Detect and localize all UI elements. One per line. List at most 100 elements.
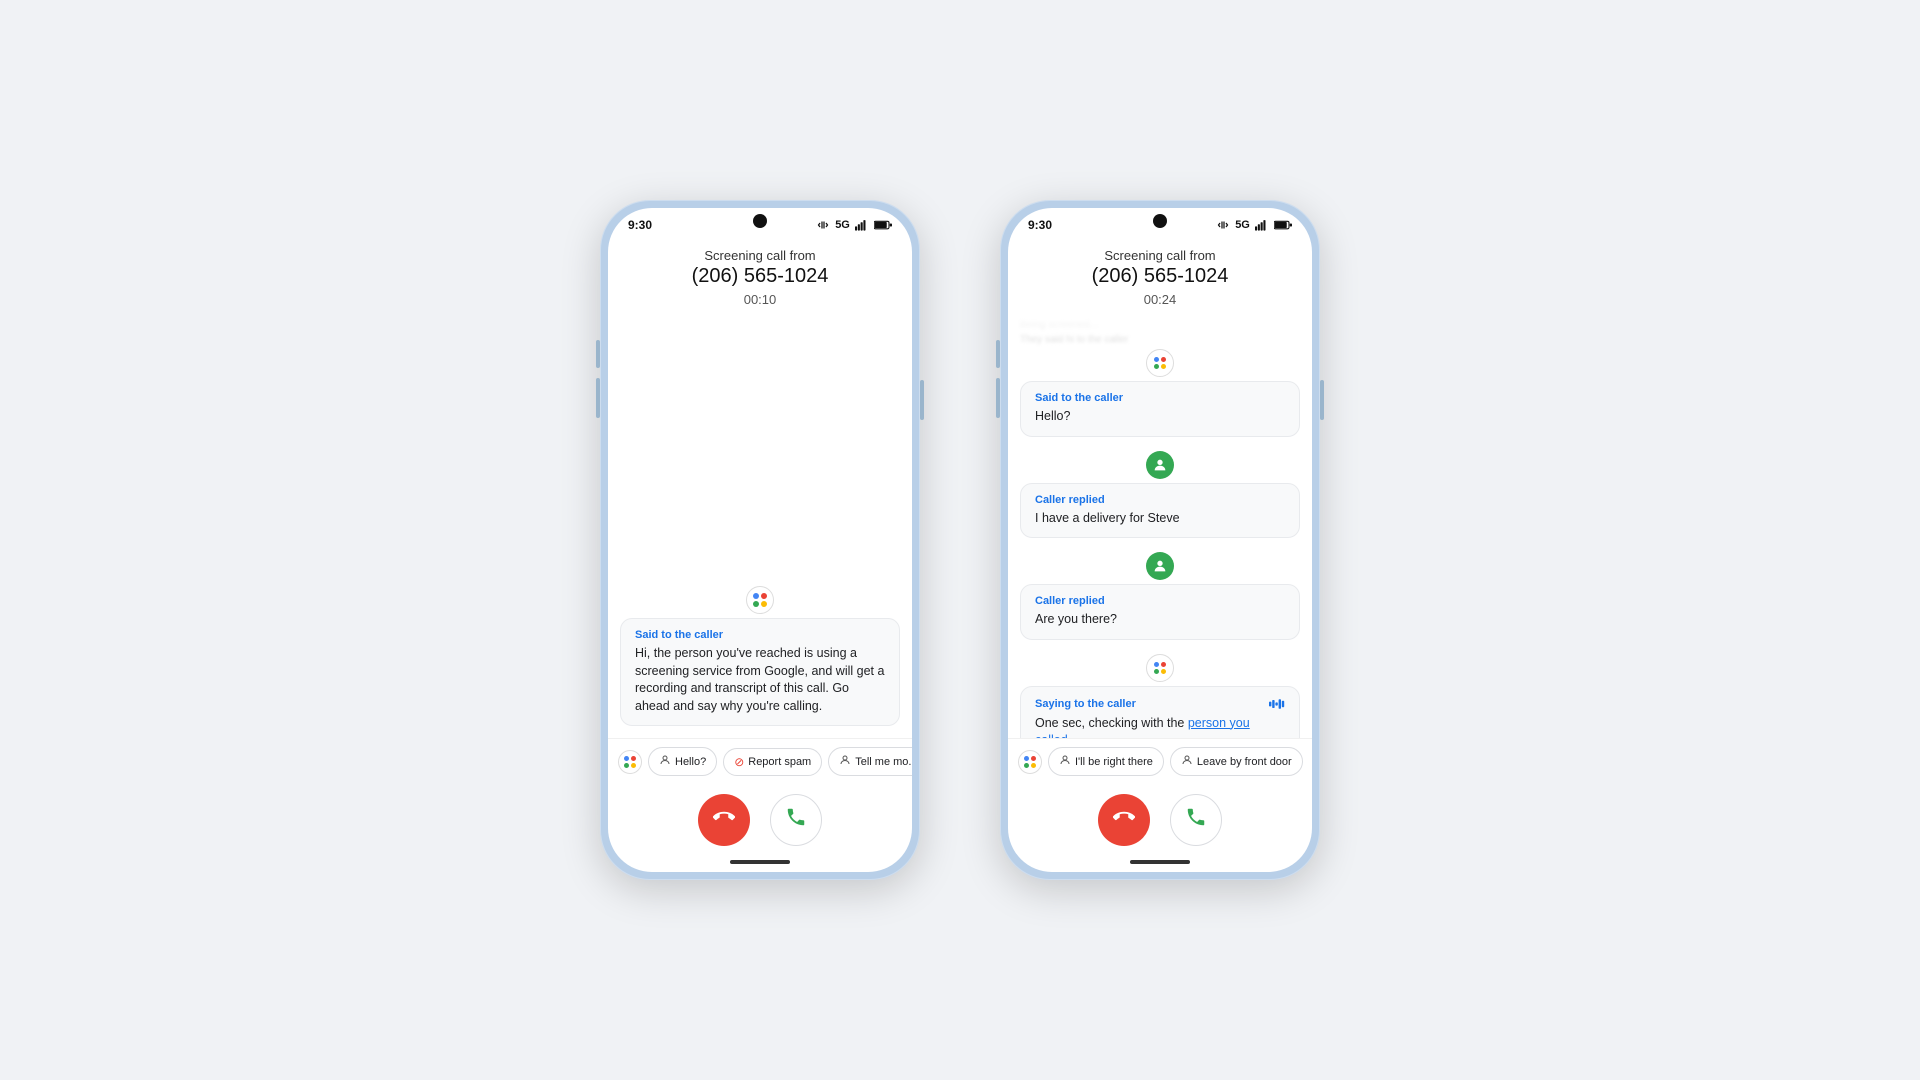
volume-buttons-left [596, 340, 600, 418]
logo2-dot-yellow [1031, 763, 1036, 768]
logo-dot-blue [624, 756, 629, 761]
person-icon-4 [1181, 754, 1193, 769]
bubble-2-2: Caller replied I have a delivery for Ste… [1020, 483, 1300, 539]
message-group-2-3: Caller replied Are you there? [1008, 552, 1312, 640]
person-icon-3 [1059, 754, 1071, 769]
call-timer-1: 00:10 [628, 292, 892, 307]
answer-button-1[interactable] [770, 794, 822, 846]
bubble-label-2-1: Said to the caller [1035, 392, 1285, 404]
answer-button-2[interactable] [1170, 794, 1222, 846]
dot-b2 [1154, 662, 1159, 667]
logo2-dot-red [1031, 756, 1036, 761]
audio-wave-icon [1269, 697, 1285, 715]
message-group-1: Said to the caller Hi, the person you've… [608, 586, 912, 726]
logo2-dot-green [1024, 763, 1029, 768]
dot-y2 [1161, 669, 1166, 674]
logo-dot-yellow [631, 763, 636, 768]
home-indicator-2 [1130, 860, 1190, 864]
bubble-label-2-2: Caller replied [1035, 494, 1285, 506]
phone-screen-1: 9:30 5G [608, 208, 912, 872]
dot-g2 [1154, 669, 1159, 674]
response-rightthere-btn[interactable]: I'll be right there [1048, 747, 1164, 776]
caller-avatar-2-2 [1146, 552, 1174, 580]
person-icon-2 [839, 754, 851, 769]
screening-label-1: Screening call from [628, 248, 892, 263]
caller-avatar-2-1 [1146, 451, 1174, 479]
status-time-2: 9:30 [1028, 218, 1052, 232]
dot-y1 [1161, 364, 1166, 369]
answer-icon-2 [1185, 806, 1207, 834]
decline-icon-2 [1113, 806, 1135, 834]
volume-up-button[interactable] [596, 340, 600, 368]
bubble-text-1: Hi, the person you've reached is using a… [635, 645, 885, 715]
spam-btn-label: Report spam [748, 756, 811, 768]
warning-icon-1: ⊘ [734, 755, 744, 769]
bubble-2-3: Caller replied Are you there? [1020, 584, 1300, 640]
frontdoor-btn-label: Leave by front door [1197, 756, 1292, 768]
power-button-2[interactable] [1320, 380, 1324, 420]
phone-screen-2: 9:30 5G Screen [1008, 208, 1312, 872]
bubble-label-2-4: Saying to the caller [1035, 698, 1136, 710]
quick-responses-1: Hello? ⊘ Report spam Tell me mo... [608, 738, 912, 784]
dot-b1 [1154, 357, 1159, 362]
bubble-2-4: Saying to the caller One sec, checking [1020, 686, 1300, 739]
caller-person-icon-2 [1152, 558, 1168, 574]
dot-yellow [761, 601, 767, 607]
phone-number-1: (206) 565-1024 [628, 265, 892, 288]
google-logo-2 [1018, 750, 1042, 774]
highlight-text: person you called. [1035, 716, 1250, 739]
message-group-2-4: Saying to the caller One sec, checking [1008, 654, 1312, 739]
call-header-1: Screening call from (206) 565-1024 00:10 [608, 236, 912, 317]
volume-up-button-2[interactable] [996, 340, 1000, 368]
volume-down-button[interactable] [596, 378, 600, 418]
status-icons-1: 5G [817, 219, 892, 231]
rightthere-btn-label: I'll be right there [1075, 756, 1153, 768]
google-logo-1 [618, 750, 642, 774]
answer-icon-1 [785, 806, 807, 834]
bubble-label-1: Said to the caller [635, 629, 885, 641]
dot-r1 [1161, 357, 1166, 362]
quick-responses-2: I'll be right there Leave by front door [1008, 738, 1312, 784]
dot-r2 [1161, 662, 1166, 667]
logo-dot-red [631, 756, 636, 761]
dot-blue [753, 593, 759, 599]
volume-down-button-2[interactable] [996, 378, 1000, 418]
message-group-2-2: Caller replied I have a delivery for Ste… [1008, 451, 1312, 539]
home-indicator-1 [730, 860, 790, 864]
response-spam-btn[interactable]: ⊘ Report spam [723, 748, 822, 776]
hello-btn-label: Hello? [675, 756, 706, 768]
camera-notch [753, 214, 767, 228]
bubble-text-2-3: Are you there? [1035, 611, 1285, 629]
status-icons-2: 5G [1217, 219, 1292, 231]
power-button[interactable] [920, 380, 924, 420]
tellme-btn-label: Tell me mo... [855, 756, 912, 768]
call-header-2: Screening call from (206) 565-1024 00:24 [1008, 236, 1312, 317]
decline-button-1[interactable] [698, 794, 750, 846]
call-actions-1 [608, 784, 912, 860]
screening-label-2: Screening call from [1028, 248, 1292, 263]
status-5g-1: 5G [835, 219, 850, 231]
blurred-messages: Being screened... They said hi to the ca… [1008, 317, 1312, 347]
bubble-label-2-3: Caller replied [1035, 595, 1285, 607]
response-hello-btn[interactable]: Hello? [648, 747, 717, 776]
bubble-text-2-1: Hello? [1035, 408, 1285, 426]
bubble-2-1: Said to the caller Hello? [1020, 381, 1300, 437]
camera-notch-2 [1153, 214, 1167, 228]
phone-1: 9:30 5G [600, 200, 920, 880]
decline-button-2[interactable] [1098, 794, 1150, 846]
bubble-text-2-4: One sec, checking with the person you ca… [1035, 715, 1285, 739]
response-tellme-btn[interactable]: Tell me mo... [828, 747, 912, 776]
call-actions-2 [1008, 784, 1312, 860]
logo2-dot-blue [1024, 756, 1029, 761]
message-group-2-1: Said to the caller Hello? [1008, 349, 1312, 437]
google-avatar-2-2 [1146, 654, 1174, 682]
logo-dot-green [624, 763, 629, 768]
chat-area-2: Said to the caller Hello? Caller replied… [1008, 347, 1312, 738]
caller-person-icon-1 [1152, 457, 1168, 473]
dot-green [753, 601, 759, 607]
phone-2: 9:30 5G Screen [1000, 200, 1320, 880]
dot-red [761, 593, 767, 599]
response-frontdoor-btn[interactable]: Leave by front door [1170, 747, 1303, 776]
saying-label-row: Saying to the caller [1035, 697, 1285, 715]
bubble-text-2-2: I have a delivery for Steve [1035, 510, 1285, 528]
